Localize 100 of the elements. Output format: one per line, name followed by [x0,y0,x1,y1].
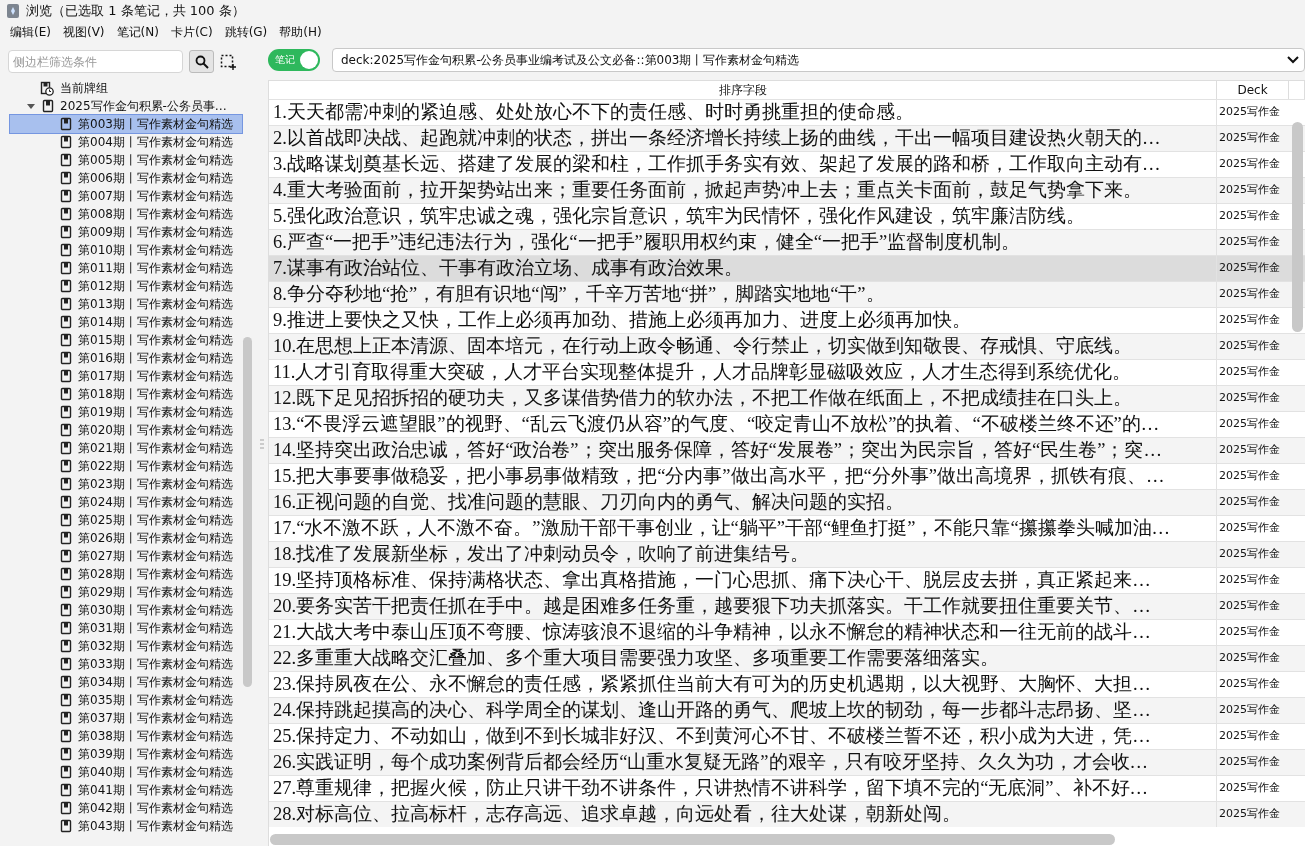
sidebar-item[interactable]: 第006期丨写作素材金句精选 [78,169,233,187]
table-row[interactable]: 8.争分夺秒地“抢”，有胆有识地“闯”，千辛万苦地“拼”，脚踏实地地“干”。 2025写作金 [269,281,1305,307]
table-cell-text: 2025写作金 [1218,676,1281,692]
sidebar-item[interactable]: 第033期丨写作素材金句精选 [78,655,233,673]
deck-icon [60,495,72,509]
sidebar-item[interactable]: 第034期丨写作素材金句精选 [78,673,233,691]
sidebar-item[interactable]: 第038期丨写作素材金句精选 [78,727,233,745]
sidebar-item[interactable]: 第013期丨写作素材金句精选 [78,295,233,313]
table-row[interactable]: 20.要务实苦干把责任抓在手中。越是困难多任务重，越要狠下功夫抓落实。干工作就要扭住重要关节、… 2025写作金 [269,593,1305,619]
table-cell-text: 2025写作金 [1218,598,1281,614]
table-cell-text: 2025写作金 [1218,104,1281,120]
deck-icon [60,243,72,257]
table-row[interactable]: 10.在思想上正本清源、固本培元，在行动上政令畅通、令行禁止，切实做到知敬畏、存戒惧、守底线。 2025写作金 [269,333,1305,359]
column-header[interactable]: 排序字段 [269,81,1217,99]
deck-icon [60,765,72,779]
sidebar-item[interactable]: 第022期丨写作素材金句精选 [78,457,233,475]
table-cell-text: 2025写作金 [1218,546,1281,562]
sidebar-item[interactable]: 第011期丨写作素材金句精选 [78,259,233,277]
window-title: 浏览（已选取 1 条笔记，共 100 条） [26,2,245,20]
sidebar-item[interactable]: 第018期丨写作素材金句精选 [78,385,233,403]
sidebar-item[interactable]: 第041期丨写作素材金句精选 [78,781,233,799]
sidebar-item[interactable]: 第019期丨写作素材金句精选 [78,403,233,421]
sidebar-item[interactable]: 第010期丨写作素材金句精选 [78,241,233,259]
sidebar-item[interactable]: 第017期丨写作素材金句精选 [78,367,233,385]
sidebar-item[interactable]: 第020期丨写作素材金句精选 [78,421,233,439]
menu-item[interactable]: 笔记(N) [110,23,165,41]
table-cell-text: 2025写作金 [1218,234,1281,250]
selection-icon[interactable] [220,53,236,70]
sidebar-item[interactable]: 第008期丨写作素材金句精选 [78,205,233,223]
table-row[interactable]: 22.多重重大战略交汇叠加、多个重大项目需要强力攻坚、多项重要工作需要落细落实。 2025写作金 [269,645,1305,671]
sidebar-item[interactable]: 第012期丨写作素材金句精选 [78,277,233,295]
scrollbar-thumb[interactable] [270,834,1115,845]
table-row[interactable]: 2.以首战即决战、起跑就冲刺的状态，拼出一条经济增长持续上扬的曲线，干出一幅项目建设热火朝天的… 2025写作金 [269,125,1305,151]
table-row[interactable]: 16.正视问题的自觉、找准问题的慧眼、刀刃向内的勇气、解决问题的实招。 2025写作金 [269,489,1305,515]
sidebar-item[interactable]: 第032期丨写作素材金句精选 [78,637,233,655]
sidebar-item[interactable]: 当前牌组 [60,79,108,97]
table-cell: 8.争分夺秒地“抢”，有胆有识地“闯”，千辛万苦地“拼”，脚踏实地地“干”。 [269,282,1217,307]
sidebar-item[interactable]: 第023期丨写作素材金句精选 [78,475,233,493]
table-cell: 26.实践证明，每个成功案例背后都会经历“山重水复疑无路”的艰辛，只有咬牙坚持、久久为功，才会收… [269,750,1217,775]
sidebar-item[interactable]: 第004期丨写作素材金句精选 [78,133,233,151]
table-cell-text: 2025写作金 [1218,416,1281,432]
table-row[interactable]: 24.保持跳起摸高的决心、科学周全的谋划、逢山开路的勇气、爬坡上坎的韧劲，每一步都斗志昂扬、坚… 2025写作金 [269,697,1305,723]
deck-icon [60,315,72,329]
sidebar-item[interactable]: 第037期丨写作素材金句精选 [78,709,233,727]
menu-item[interactable]: 视图(V) [56,23,111,41]
table-row[interactable]: 6.严查“一把手”违纪违法行为，强化“一把手”履职用权约束，健全“一把手”监督制度机制。 2025写作金 [269,229,1305,255]
sidebar-item[interactable]: 第039期丨写作素材金句精选 [78,745,233,763]
table-cell-text: 2025写作金 [1218,260,1281,276]
table-cell-text: 2025写作金 [1218,442,1281,458]
table-cell-text: 2025写作金 [1218,182,1281,198]
table-cell: 18.找准了发展新坐标，发出了冲刺动员令，吹响了前进集结号。 [269,542,1217,567]
sidebar-item[interactable]: 第035期丨写作素材金句精选 [78,691,233,709]
sidebar-item[interactable]: 第021期丨写作素材金句精选 [78,439,233,457]
search-button[interactable] [189,50,214,73]
sidebar-item[interactable]: 第005期丨写作素材金句精选 [78,151,233,169]
menu-item[interactable]: 跳转(G) [218,23,274,41]
sidebar-item[interactable]: 第009期丨写作素材金句精选 [78,223,233,241]
sidebar-item[interactable]: 第024期丨写作素材金句精选 [78,493,233,511]
sidebar-item[interactable]: 第025期丨写作素材金句精选 [78,511,233,529]
sidebar-item[interactable]: 第031期丨写作素材金句精选 [78,619,233,637]
menu-item[interactable]: 卡片(C) [164,23,219,41]
table-row[interactable]: 7.谋事有政治站位、干事有政治立场、成事有政治效果。 2025写作金 [269,255,1305,281]
menu-item[interactable]: 帮助(H) [273,23,328,41]
table-row[interactable]: 26.实践证明，每个成功案例背后都会经历“山重水复疑无路”的艰辛，只有咬牙坚持、久久为功，才会收… 2025写作金 [269,749,1305,775]
menu-item[interactable]: 编辑(E) [4,23,57,41]
sidebar-item[interactable]: 第015期丨写作素材金句精选 [78,331,233,349]
table-row[interactable]: 12.既下足见招拆招的硬功夫，又多谋借势借力的软办法，不把工作做在纸面上，不把成绩挂在口头上。 2025写作金 [269,385,1305,411]
sidebar-item[interactable]: 第043期丨写作素材金句精选 [78,817,233,835]
table-cell-text: 2025写作金 [1218,130,1281,146]
sidebar-search-field[interactable]: 侧边栏筛选条件 [8,50,183,73]
table-cell-text: 2025写作金 [1218,780,1281,796]
sidebar-item[interactable]: 第007期丨写作素材金句精选 [78,187,233,205]
sidebar-item[interactable]: 第042期丨写作素材金句精选 [78,799,233,817]
chevron-down-icon[interactable] [1286,55,1300,65]
sidebar-item[interactable]: 第016期丨写作素材金句精选 [78,349,233,367]
table-row[interactable]: 4.重大考验面前，拉开架势站出来；重要任务面前，掀起声势冲上去；重点关卡面前，鼓足气势拿下来。 2025写作金 [269,177,1305,203]
scrollbar-thumb[interactable] [243,337,252,687]
table-row[interactable]: 18.找准了发展新坐标，发出了冲刺动员令，吹响了前进集结号。 2025写作金 [269,541,1305,567]
sidebar-item[interactable]: 第030期丨写作素材金句精选 [78,601,233,619]
table-cell-text: 2025写作金 [1218,338,1281,354]
search-icon[interactable] [194,54,209,69]
table-row[interactable]: 28.对标高位、拉高标杆，志存高远、追求卓越，向远处看，往大处谋，朝新处闯。 2025写作金 [269,801,1305,827]
deck-icon [60,801,72,815]
scrollbar-thumb[interactable] [1292,122,1303,332]
sidebar-item[interactable]: 第040期丨写作素材金句精选 [78,763,233,781]
deck-icon [60,639,72,653]
search-field[interactable]: deck:2025写作金句积累-公务员事业编考试及公文必备::第003期丨写作素材金句精选 [332,48,1305,72]
sidebar-item[interactable]: 第026期丨写作素材金句精选 [78,529,233,547]
deck-icon [60,189,72,203]
sidebar-item[interactable]: 2025写作金句积累-公务员事… [60,97,227,115]
collapse-arrow-icon[interactable] [26,101,36,111]
sidebar-item[interactable]: 第029期丨写作素材金句精选 [78,583,233,601]
deck-icon [60,135,72,149]
table-row[interactable]: 14.坚持突出政治忠诚，答好“政治卷”；突出服务保障，答好“发展卷”；突出为民宗旨，答好“民生卷”；突… 2025写作金 [269,437,1305,463]
deck-icon [60,693,72,707]
table-cell-text: 2025写作金 [1218,754,1281,770]
sidebar-item[interactable]: 第014期丨写作素材金句精选 [78,313,233,331]
sidebar-item[interactable]: 第027期丨写作素材金句精选 [78,547,233,565]
column-header[interactable]: Deck [1217,81,1289,99]
sidebar-item[interactable]: 第028期丨写作素材金句精选 [78,565,233,583]
